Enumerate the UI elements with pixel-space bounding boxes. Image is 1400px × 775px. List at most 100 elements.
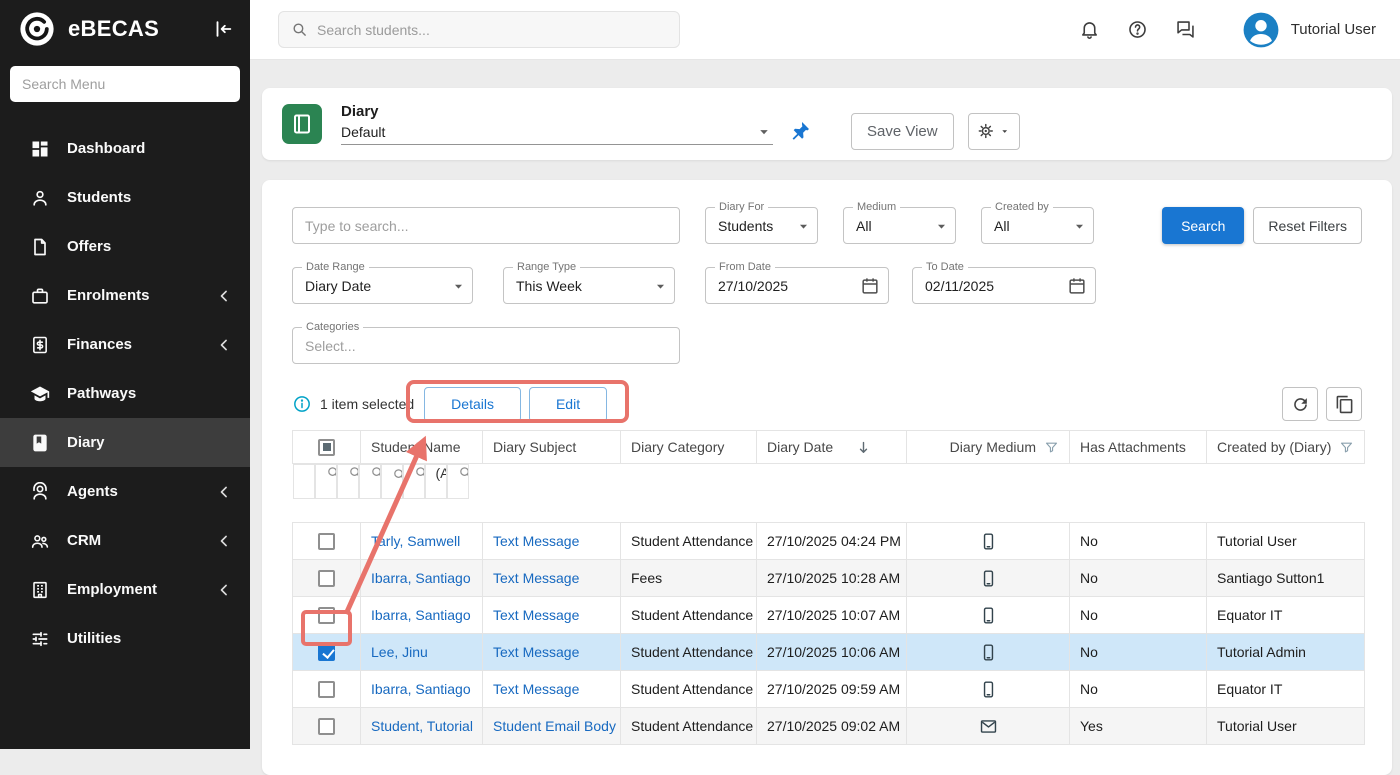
offers-icon (30, 237, 50, 257)
view-select[interactable]: Default (341, 123, 773, 145)
help-icon[interactable] (1127, 19, 1148, 40)
range-type-select[interactable]: Range Type This Week (503, 267, 675, 304)
sidebar-item-students[interactable]: Students (0, 173, 250, 222)
diary-subject-link[interactable]: Text Message (493, 570, 579, 586)
diary-subject-filter[interactable] (337, 464, 359, 499)
diary-medium-filter[interactable] (403, 464, 425, 499)
sidebar-item-utilities[interactable]: Utilities (0, 614, 250, 663)
sidebar-item-diary[interactable]: Diary (0, 418, 250, 467)
table-row[interactable]: Student, TutorialStudent Email BodyStude… (293, 708, 1365, 745)
created-by-cell: Tutorial User (1207, 708, 1365, 745)
created-by-filter[interactable] (447, 464, 469, 499)
diary-date-filter[interactable] (381, 464, 403, 499)
students-search-input[interactable] (317, 22, 667, 38)
user-avatar[interactable] (1242, 11, 1280, 49)
sidebar-item-pathways[interactable]: Pathways (0, 369, 250, 418)
created-by-select[interactable]: Created by All (981, 207, 1094, 244)
sidebar-item-finances[interactable]: Finances (0, 320, 250, 369)
sidebar-item-offers[interactable]: Offers (0, 222, 250, 271)
chevron-down-icon (795, 218, 812, 235)
chat-icon[interactable] (1175, 19, 1196, 40)
row-checkbox[interactable] (318, 681, 335, 698)
created-by-cell: Tutorial Admin (1207, 634, 1365, 671)
diary-for-select[interactable]: Diary For Students (705, 207, 818, 244)
diary-search-input[interactable] (292, 207, 680, 244)
gear-icon (977, 121, 995, 141)
row-checkbox[interactable] (318, 607, 335, 624)
student-name-link[interactable]: Ibarra, Santiago (371, 681, 471, 697)
sidebar-item-employment[interactable]: Employment (0, 565, 250, 614)
column-header-diary-subject[interactable]: Diary Subject (483, 431, 621, 464)
student-name-filter[interactable] (315, 464, 337, 499)
calendar-icon[interactable] (1067, 276, 1087, 296)
column-header-created-by[interactable]: Created by (Diary) (1207, 431, 1365, 464)
details-button[interactable]: Details (424, 387, 521, 422)
notifications-icon[interactable] (1079, 19, 1100, 40)
chevron-left-icon (214, 531, 234, 551)
students-search[interactable] (278, 11, 680, 48)
column-header-has-attachments[interactable]: Has Attachments (1070, 431, 1207, 464)
refresh-button[interactable] (1282, 387, 1318, 421)
diary-subject-link[interactable]: Text Message (493, 533, 579, 549)
student-name-link[interactable]: Ibarra, Santiago (371, 607, 471, 623)
column-header-diary-date[interactable]: Diary Date (757, 431, 907, 464)
menu-search-input[interactable] (10, 66, 240, 102)
table-row[interactable]: Ibarra, SantiagoText MessageStudent Atte… (293, 597, 1365, 634)
diary-subject-link[interactable]: Text Message (493, 644, 579, 660)
save-view-button[interactable]: Save View (851, 113, 954, 150)
filter-icon[interactable] (1044, 440, 1059, 455)
calendar-icon[interactable] (860, 276, 880, 296)
row-checkbox[interactable] (318, 570, 335, 587)
search-icon (458, 465, 469, 480)
to-date-value: 02/11/2025 (925, 278, 994, 294)
row-checkbox[interactable] (318, 533, 335, 550)
copy-button[interactable] (1326, 387, 1362, 421)
view-settings-button[interactable] (968, 113, 1020, 150)
medium-select[interactable]: Medium All (843, 207, 956, 244)
chevron-down-icon (933, 218, 950, 235)
search-button[interactable]: Search (1162, 207, 1244, 244)
pin-view-icon[interactable] (789, 120, 811, 142)
chevron-left-icon (214, 482, 234, 502)
row-checkbox[interactable] (318, 718, 335, 735)
diary-category-filter[interactable] (359, 464, 381, 499)
phone-icon (979, 680, 998, 699)
sidebar-item-label: Dashboard (67, 140, 145, 157)
row-checkbox[interactable] (318, 644, 335, 661)
has-attachments-filter[interactable]: (All) (425, 464, 447, 499)
column-header-diary-category[interactable]: Diary Category (621, 431, 757, 464)
sidebar-item-dashboard[interactable]: Dashboard (0, 124, 250, 173)
date-range-select[interactable]: Date Range Diary Date (292, 267, 473, 304)
table-row[interactable]: Ibarra, SantiagoText MessageFees27/10/20… (293, 560, 1365, 597)
table-row[interactable]: Tarly, SamwellText MessageStudent Attend… (293, 523, 1365, 560)
sidebar-collapse-icon[interactable] (212, 18, 234, 40)
student-name-link[interactable]: Student, Tutorial (371, 718, 473, 734)
table-row[interactable]: Ibarra, SantiagoText MessageStudent Atte… (293, 671, 1365, 708)
column-header-student-name[interactable]: Student Name (361, 431, 483, 464)
diary-subject-link[interactable]: Text Message (493, 681, 579, 697)
sidebar-item-label: Students (67, 189, 131, 206)
has-attachments-cell: No (1070, 560, 1207, 597)
select-all-checkbox[interactable] (318, 439, 335, 456)
column-header-diary-medium[interactable]: Diary Medium (907, 431, 1070, 464)
reset-filters-button[interactable]: Reset Filters (1253, 207, 1362, 244)
filter-icon[interactable] (1339, 440, 1354, 455)
student-name-link[interactable]: Ibarra, Santiago (371, 570, 471, 586)
sidebar-item-crm[interactable]: CRM (0, 516, 250, 565)
categories-select[interactable]: Categories Select... (292, 327, 680, 364)
from-date-field[interactable]: From Date 27/10/2025 (705, 267, 889, 304)
sidebar-item-agents[interactable]: Agents (0, 467, 250, 516)
student-name-link[interactable]: Tarly, Samwell (371, 533, 460, 549)
sort-descending-icon[interactable] (855, 439, 872, 456)
diary-subject-link[interactable]: Text Message (493, 607, 579, 623)
to-date-field[interactable]: To Date 02/11/2025 (912, 267, 1096, 304)
table-row[interactable]: Lee, JinuText MessageStudent Attendance2… (293, 634, 1365, 671)
diary-date-cell: 27/10/2025 09:02 AM (757, 708, 907, 745)
ebecas-logo-icon (18, 10, 56, 48)
has-attachments-cell: Yes (1070, 708, 1207, 745)
diary-subject-link[interactable]: Student Email Body (493, 718, 616, 734)
sidebar-item-label: Finances (67, 336, 132, 353)
edit-button[interactable]: Edit (529, 387, 607, 422)
student-name-link[interactable]: Lee, Jinu (371, 644, 428, 660)
sidebar-item-enrolments[interactable]: Enrolments (0, 271, 250, 320)
